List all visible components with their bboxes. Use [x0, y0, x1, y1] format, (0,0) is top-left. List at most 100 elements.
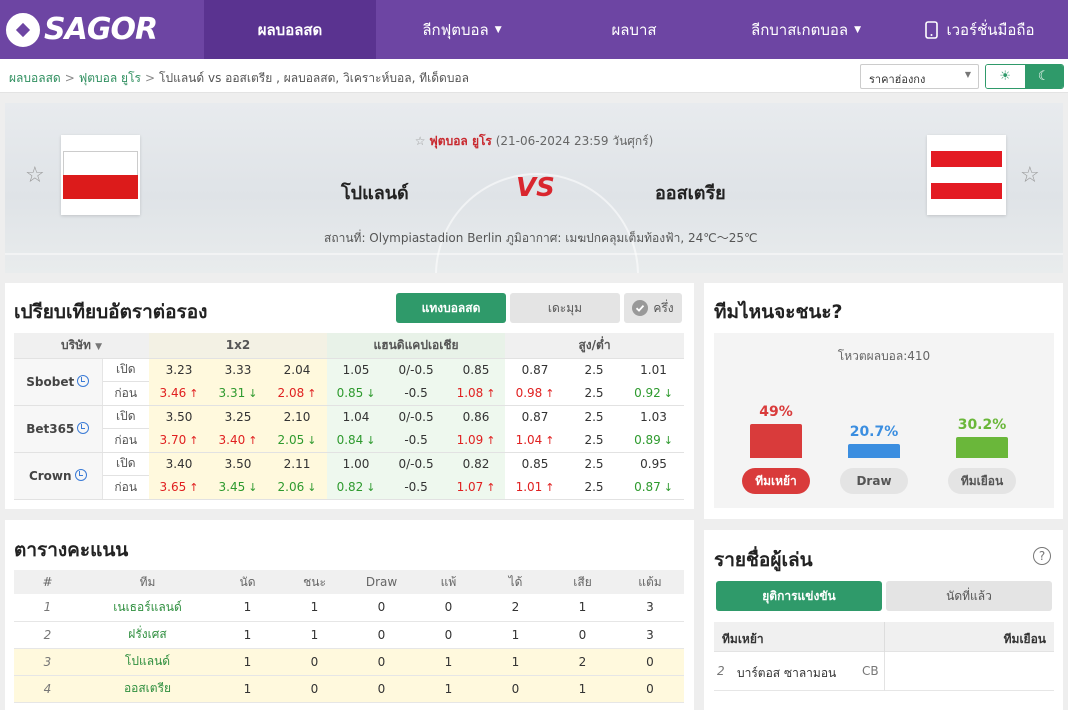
odds-cell[interactable]: 3.46 ↑: [149, 381, 209, 406]
odds-cell[interactable]: 0.85 ↓: [327, 381, 386, 406]
odds-cell[interactable]: 0.86: [447, 405, 506, 429]
company-header[interactable]: บริษัท ▼: [14, 333, 149, 359]
odds-cell[interactable]: 1.07 ↑: [447, 475, 506, 500]
team-name-cell[interactable]: เนเธอร์แลนด์: [81, 594, 214, 622]
league-star-icon[interactable]: ☆: [415, 134, 426, 148]
odds-cell[interactable]: 2.5: [565, 475, 624, 500]
odds-cell[interactable]: 2.08 ↑: [267, 381, 328, 406]
logo[interactable]: SAGOR: [0, 0, 204, 59]
odds-cell[interactable]: 2.5: [565, 358, 623, 382]
bookmaker-cell[interactable]: Crown: [14, 452, 103, 500]
half-time-button[interactable]: ครึ่ง: [624, 293, 682, 323]
odds-cell[interactable]: 1.05: [327, 358, 386, 382]
moon-icon[interactable]: ☾: [1024, 65, 1063, 88]
odds-cell[interactable]: 1.00: [327, 452, 386, 476]
nav-item-mobile[interactable]: เวอร์ชั่นมือถือ: [892, 0, 1068, 59]
odds-history-icon[interactable]: [74, 468, 87, 481]
odds-cell[interactable]: 3.45 ↓: [209, 475, 267, 500]
odds-history-icon[interactable]: [77, 421, 90, 434]
price-format-select[interactable]: ราคาฮ่องกง ▼: [860, 64, 979, 89]
odds-cell[interactable]: 2.10: [267, 405, 328, 429]
odds-cell[interactable]: 1.01 ↑: [505, 475, 566, 500]
favorite-away-star-icon[interactable]: ☆: [1020, 163, 1040, 188]
odds-cell[interactable]: 0/-0.5: [385, 405, 448, 429]
breadcrumb-link-league[interactable]: ฟุตบอล ยูโร: [79, 71, 141, 85]
player-name[interactable]: บาร์ตอส ซาลามอน: [737, 664, 836, 683]
home-vote-button[interactable]: ทีมเหย้า: [742, 468, 810, 494]
odds-cell[interactable]: 1.01: [623, 358, 684, 382]
odds-cell[interactable]: 0.85: [505, 452, 565, 476]
odds-cell[interactable]: 1.03: [623, 405, 684, 429]
odds-cell[interactable]: 0.82 ↓: [327, 475, 386, 500]
odds-cell[interactable]: 0.87: [505, 358, 565, 382]
odds-cell[interactable]: 0.82: [447, 452, 506, 476]
bookmaker-cell[interactable]: Sbobet: [14, 358, 103, 406]
sun-icon[interactable]: ☀: [986, 65, 1025, 88]
odds-cell[interactable]: 2.04: [267, 358, 328, 382]
help-icon[interactable]: ?: [1033, 547, 1051, 565]
home-team-name[interactable]: โปแลนด์: [341, 178, 409, 207]
odds-cell[interactable]: 2.05 ↓: [267, 428, 328, 453]
odds-cell[interactable]: 2.06 ↓: [267, 475, 328, 500]
live-betting-button[interactable]: แทงบอลสด: [396, 293, 506, 323]
odds-cell[interactable]: 0.84 ↓: [327, 428, 386, 453]
nav-item-basketball-leagues[interactable]: ลีกบาสเกตบอล ▼: [720, 0, 892, 59]
odds-value: 1.00: [342, 457, 370, 471]
player-row[interactable]: 2 บาร์ตอส ซาลามอน CB: [714, 652, 1054, 691]
odds-cell[interactable]: 0.85: [447, 358, 506, 382]
odds-cell[interactable]: 3.25: [209, 405, 267, 429]
odds-cell[interactable]: 2.5: [565, 405, 623, 429]
odds-cell[interactable]: 2.5: [565, 452, 623, 476]
tab-last-match[interactable]: นัดที่แล้ว: [886, 581, 1052, 611]
odds-history-icon[interactable]: [77, 374, 90, 387]
nav-item-live-scores[interactable]: ผลบอลสด: [204, 0, 376, 59]
odds-cell[interactable]: 0/-0.5: [385, 452, 448, 476]
odds-cell[interactable]: 0.95: [623, 452, 684, 476]
team-name-cell[interactable]: ออสเตรีย: [81, 675, 214, 703]
favorite-home-star-icon[interactable]: ☆: [25, 163, 45, 188]
odds-cell[interactable]: 2.11: [267, 452, 328, 476]
odds-cell[interactable]: 0.92 ↓: [623, 381, 685, 406]
odds-cell[interactable]: 0.89 ↓: [623, 428, 685, 453]
odds-cell[interactable]: 3.23: [149, 358, 209, 382]
away-vote-button[interactable]: ทีมเยือน: [948, 468, 1016, 494]
team-name-cell[interactable]: ฝรั่งเศส: [81, 621, 214, 649]
standings-cell: 1: [281, 621, 348, 649]
odds-cell[interactable]: 3.50: [149, 405, 209, 429]
odds-cell[interactable]: 3.40 ↑: [209, 428, 267, 453]
odds-cell[interactable]: 2.5: [565, 381, 624, 406]
odds-cell[interactable]: 1.04: [327, 405, 386, 429]
odds-cell[interactable]: 0.98 ↑: [505, 381, 566, 406]
tab-finished[interactable]: ยุติการแข่งขัน: [716, 581, 882, 611]
odds-cell[interactable]: 3.31 ↓: [209, 381, 267, 406]
standings-column-header: ได้: [482, 570, 549, 594]
odds-cell[interactable]: 2.5: [565, 428, 624, 453]
corner-button[interactable]: เดะมุม: [510, 293, 620, 323]
odds-cell[interactable]: 0/-0.5: [385, 358, 448, 382]
nav-item-basketball-results[interactable]: ผลบาส: [548, 0, 720, 59]
odds-cell[interactable]: 0.87: [505, 405, 565, 429]
away-team-name[interactable]: ออสเตรีย: [655, 178, 726, 207]
odds-cell[interactable]: 1.04 ↑: [505, 428, 566, 453]
odds-cell[interactable]: 0.87 ↓: [623, 475, 685, 500]
nav-item-football-leagues[interactable]: ลีกฟุตบอล ▼: [376, 0, 548, 59]
odds-cell[interactable]: 3.40: [149, 452, 209, 476]
odds-cell[interactable]: 1.09 ↑: [447, 428, 506, 453]
draw-vote-button[interactable]: Draw: [840, 468, 908, 494]
standings-cell: 1: [214, 621, 281, 649]
odds-cell[interactable]: 3.33: [209, 358, 267, 382]
odds-cell[interactable]: 1.08 ↑: [447, 381, 506, 406]
odds-cell[interactable]: 3.70 ↑: [149, 428, 209, 453]
odds-cell[interactable]: 3.50: [209, 452, 267, 476]
theme-toggle[interactable]: ☀ ☾: [985, 64, 1064, 89]
logo-text: SAGOR: [44, 12, 158, 47]
odds-cell[interactable]: -0.5: [385, 428, 448, 453]
odds-cell[interactable]: -0.5: [385, 475, 448, 500]
arrow-down-icon: ↓: [366, 481, 376, 494]
odds-cell[interactable]: 3.65 ↑: [149, 475, 209, 500]
odds-cell[interactable]: -0.5: [385, 381, 448, 406]
bookmaker-cell[interactable]: Bet365: [14, 405, 103, 453]
team-name-cell[interactable]: โปแลนด์: [81, 648, 214, 676]
league-name[interactable]: ฟุตบอล ยูโร: [429, 134, 492, 148]
breadcrumb-link-home[interactable]: ผลบอลสด: [9, 71, 61, 85]
